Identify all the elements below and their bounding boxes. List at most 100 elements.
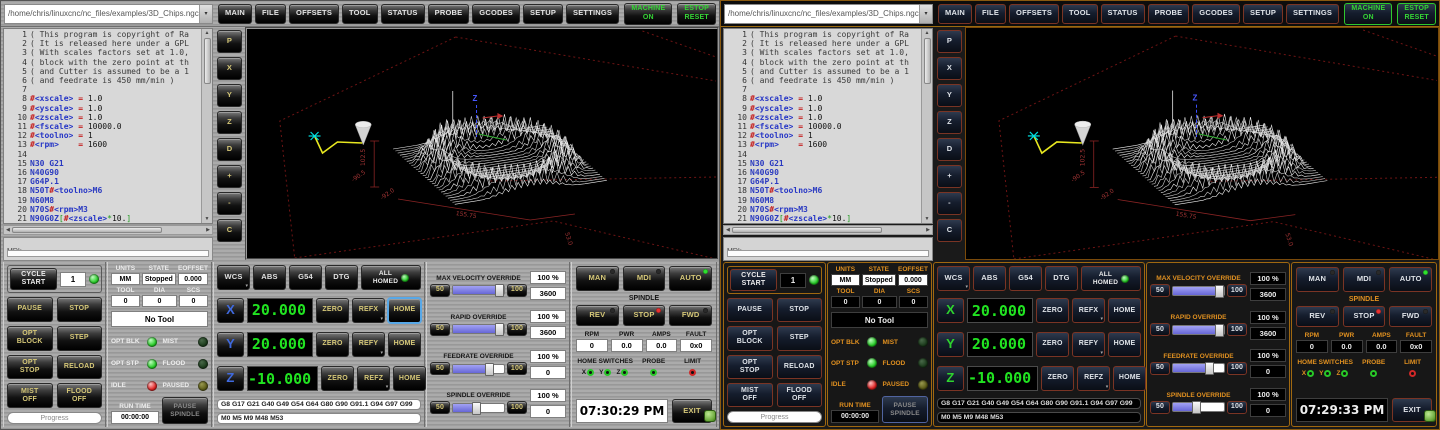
side-button[interactable]: C: [217, 219, 242, 242]
menu-button[interactable]: SETUP: [523, 4, 563, 24]
zero-button-z[interactable]: ZERO: [321, 366, 354, 391]
cycle-button[interactable]: OPT STOP: [727, 355, 773, 379]
cycle-button[interactable]: RELOAD: [57, 355, 103, 380]
dro-mode-button[interactable]: WCS ▾: [937, 266, 970, 291]
spindle-button[interactable]: STOP: [1343, 306, 1386, 327]
override-min-button[interactable]: 50: [430, 284, 450, 297]
gcode-vertical-scrollbar[interactable]: ▲ ▼: [201, 29, 212, 223]
mode-button[interactable]: MDI: [1343, 267, 1386, 292]
cycle-start-button[interactable]: CYCLE START: [730, 269, 777, 291]
override-max-button[interactable]: 100: [507, 362, 527, 375]
spindle-button[interactable]: REV: [576, 305, 619, 326]
override-slider[interactable]: [452, 403, 505, 413]
side-button[interactable]: Y: [217, 84, 242, 107]
home-button-y[interactable]: HOME: [1108, 332, 1141, 357]
estop-reset-button[interactable]: ESTOP RESET: [677, 3, 716, 25]
menu-button[interactable]: GCODES: [472, 4, 520, 24]
ref-button-z[interactable]: REFZ ▾: [1077, 366, 1110, 391]
override-min-button[interactable]: 50: [430, 401, 450, 414]
menu-button[interactable]: MAIN: [938, 4, 972, 24]
axis-button-y[interactable]: Y: [937, 332, 964, 357]
mdi-input[interactable]: [7, 250, 209, 257]
side-button[interactable]: Y: [937, 84, 962, 107]
menu-button[interactable]: FILE: [255, 4, 286, 24]
axis-button-z[interactable]: Z: [217, 366, 244, 391]
side-button[interactable]: P: [217, 30, 242, 53]
vertical-scroll-thumb[interactable]: [204, 38, 211, 84]
scroll-down-icon[interactable]: ▼: [925, 216, 930, 222]
zero-button-x[interactable]: ZERO: [1036, 298, 1069, 323]
side-button[interactable]: -: [937, 192, 962, 215]
cycle-button[interactable]: RELOAD: [777, 355, 823, 379]
scroll-left-icon[interactable]: ◀: [6, 227, 10, 233]
mdi-input[interactable]: [727, 250, 929, 257]
gcode-vertical-scrollbar[interactable]: ▲ ▼: [921, 29, 932, 223]
ref-button-y[interactable]: REFY ▾: [352, 332, 385, 357]
file-path-combo[interactable]: /home/chris/linuxcnc/nc_files/examples/3…: [4, 4, 213, 24]
zero-button-y[interactable]: ZERO: [1036, 332, 1069, 357]
scroll-left-icon[interactable]: ◀: [726, 227, 730, 233]
slider-handle[interactable]: [485, 363, 494, 376]
override-slider[interactable]: [1172, 363, 1225, 373]
cycle-button[interactable]: PAUSE: [727, 298, 773, 322]
home-button-z[interactable]: HOME: [393, 366, 426, 391]
cycle-button[interactable]: STEP: [57, 326, 103, 351]
override-max-button[interactable]: 100: [1227, 401, 1247, 414]
override-slider[interactable]: [452, 324, 505, 334]
menu-button[interactable]: PROBE: [1148, 4, 1190, 24]
home-button-x[interactable]: HOME: [1108, 298, 1141, 323]
dro-mode-button[interactable]: G54: [1009, 266, 1042, 291]
all-homed-button[interactable]: ALL HOMED: [1081, 266, 1141, 291]
side-button[interactable]: Z: [937, 111, 962, 134]
side-button[interactable]: Z: [217, 111, 242, 134]
file-path-combo[interactable]: /home/chris/linuxcnc/nc_files/examples/3…: [724, 4, 933, 24]
combo-dropdown-icon[interactable]: ▾: [919, 5, 932, 23]
mode-button[interactable]: MDI: [623, 266, 666, 291]
tray-icon[interactable]: [704, 410, 716, 422]
axis-button-x[interactable]: X: [217, 298, 244, 323]
slider-handle[interactable]: [1192, 401, 1201, 414]
cycle-button[interactable]: MIST OFF: [7, 383, 53, 408]
ref-button-z[interactable]: REFZ ▾: [357, 366, 390, 391]
mode-button[interactable]: MAN: [1296, 267, 1339, 292]
menu-button[interactable]: STATUS: [381, 4, 425, 24]
menu-button[interactable]: TOOL: [1062, 4, 1098, 24]
mode-button[interactable]: MAN: [576, 266, 619, 291]
spindle-button[interactable]: STOP: [623, 305, 666, 326]
dro-mode-button[interactable]: DTG: [325, 265, 358, 290]
menu-button[interactable]: SETTINGS: [566, 4, 619, 24]
menu-button[interactable]: GCODES: [1192, 4, 1240, 24]
side-button[interactable]: D: [937, 138, 962, 161]
zero-button-z[interactable]: ZERO: [1041, 366, 1074, 391]
scroll-up-icon[interactable]: ▲: [925, 30, 930, 36]
menu-button[interactable]: SETUP: [1243, 4, 1283, 24]
preview-3d[interactable]: 102.5-90.5-92.0155.7553.0Z: [245, 27, 719, 260]
side-button[interactable]: D: [217, 138, 242, 161]
axis-button-y[interactable]: Y: [217, 332, 244, 357]
spindle-button[interactable]: FWD: [1389, 306, 1432, 327]
gcode-horizontal-scrollbar[interactable]: ◀ ▶: [3, 225, 213, 235]
spindle-button[interactable]: REV: [1296, 306, 1339, 327]
cycle-count-field[interactable]: 1: [60, 272, 86, 287]
override-min-button[interactable]: 50: [430, 323, 450, 336]
side-button[interactable]: +: [937, 165, 962, 188]
override-min-button[interactable]: 50: [1150, 284, 1170, 297]
menu-button[interactable]: OFFSETS: [1009, 4, 1059, 24]
estop-reset-button[interactable]: ESTOP RESET: [1397, 3, 1436, 25]
override-min-button[interactable]: 50: [1150, 323, 1170, 336]
menu-button[interactable]: OFFSETS: [289, 4, 339, 24]
home-button-x[interactable]: HOME: [388, 298, 421, 323]
override-slider[interactable]: [452, 285, 505, 295]
cycle-start-button[interactable]: CYCLE START: [10, 268, 57, 290]
home-button-z[interactable]: HOME: [1113, 366, 1146, 391]
zero-button-x[interactable]: ZERO: [316, 298, 349, 323]
scroll-right-icon[interactable]: ▶: [206, 227, 210, 233]
scroll-down-icon[interactable]: ▼: [205, 216, 210, 222]
gcode-listing[interactable]: 1( This program is copyright of Ra2( It …: [4, 29, 201, 223]
side-button[interactable]: P: [937, 30, 962, 53]
gcode-listing[interactable]: 1( This program is copyright of Ra2( It …: [724, 29, 921, 223]
menu-button[interactable]: SETTINGS: [1286, 4, 1339, 24]
vertical-scroll-thumb[interactable]: [924, 38, 931, 84]
override-slider[interactable]: [1172, 286, 1225, 296]
pause-spindle-button[interactable]: PAUSE SPINDLE: [882, 396, 928, 423]
